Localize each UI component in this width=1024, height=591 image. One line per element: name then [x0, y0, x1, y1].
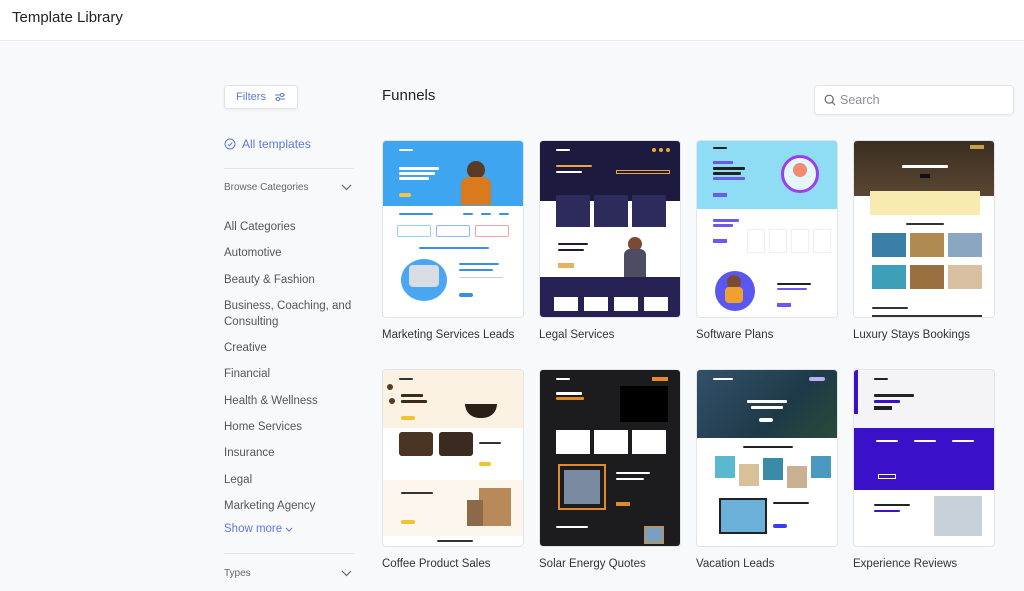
page-title: Template Library [12, 9, 123, 26]
types-toggle[interactable]: Types [224, 568, 352, 579]
template-title: Luxury Stays Bookings [853, 329, 970, 341]
search-input[interactable] [840, 93, 1000, 107]
check-circle-icon [224, 138, 236, 150]
template-card[interactable]: Vacation Leads [696, 369, 838, 570]
category-home-services[interactable]: Home Services [224, 419, 354, 435]
template-card[interactable]: Software Plans [696, 140, 838, 341]
search-icon [824, 94, 836, 106]
template-card[interactable]: Luxury Stays Bookings [853, 140, 995, 341]
template-thumbnail [696, 140, 838, 318]
template-title: Coffee Product Sales [382, 558, 491, 570]
template-thumbnail [696, 369, 838, 547]
chevron-down-icon [285, 527, 293, 532]
template-thumbnail [539, 140, 681, 318]
show-more-link[interactable]: Show more [224, 523, 293, 535]
template-title: Solar Energy Quotes [539, 558, 646, 570]
types-label: Types [224, 568, 251, 579]
template-title: Legal Services [539, 329, 615, 341]
category-business-coaching[interactable]: Business, Coaching, and Consulting [224, 298, 354, 330]
template-card[interactable]: Marketing Services Leads [382, 140, 524, 341]
category-insurance[interactable]: Insurance [224, 445, 354, 461]
all-templates-link[interactable]: All templates [224, 137, 311, 151]
divider [224, 553, 354, 554]
search-box[interactable] [814, 85, 1014, 115]
category-beauty-fashion[interactable]: Beauty & Fashion [224, 272, 354, 288]
category-list: All Categories Automotive Beauty & Fashi… [224, 219, 354, 524]
category-legal[interactable]: Legal [224, 472, 354, 488]
category-financial[interactable]: Financial [224, 366, 354, 382]
template-thumbnail [853, 369, 995, 547]
template-title: Vacation Leads [696, 558, 775, 570]
category-automotive[interactable]: Automotive [224, 245, 354, 261]
template-card[interactable]: Legal Services [539, 140, 681, 341]
show-more-label: Show more [224, 523, 283, 535]
category-creative[interactable]: Creative [224, 340, 354, 356]
divider [224, 168, 354, 169]
chevron-down-icon [341, 570, 352, 577]
chevron-down-icon [341, 184, 352, 191]
template-card[interactable]: Solar Energy Quotes [539, 369, 681, 570]
template-thumbnail [539, 369, 681, 547]
section-title: Funnels [382, 87, 436, 104]
browse-categories-label: Browse Categories [224, 182, 309, 193]
template-title: Experience Reviews [853, 558, 958, 570]
template-card[interactable]: Coffee Product Sales [382, 369, 524, 570]
category-health-wellness[interactable]: Health & Wellness [224, 393, 354, 409]
template-title: Software Plans [696, 329, 774, 341]
filters-label: Filters [236, 91, 266, 103]
all-templates-label: All templates [242, 137, 311, 151]
template-thumbnail [382, 140, 524, 318]
template-thumbnail [382, 369, 524, 547]
template-title: Marketing Services Leads [382, 329, 515, 341]
category-all[interactable]: All Categories [224, 219, 354, 235]
top-bar: Template Library [0, 0, 1024, 41]
template-thumbnail [853, 140, 995, 318]
sliders-icon [274, 92, 285, 102]
category-marketing-agency[interactable]: Marketing Agency [224, 498, 354, 514]
filters-button[interactable]: Filters [224, 85, 298, 109]
template-card[interactable]: Experience Reviews [853, 369, 995, 570]
browse-categories-toggle[interactable]: Browse Categories [224, 182, 352, 193]
